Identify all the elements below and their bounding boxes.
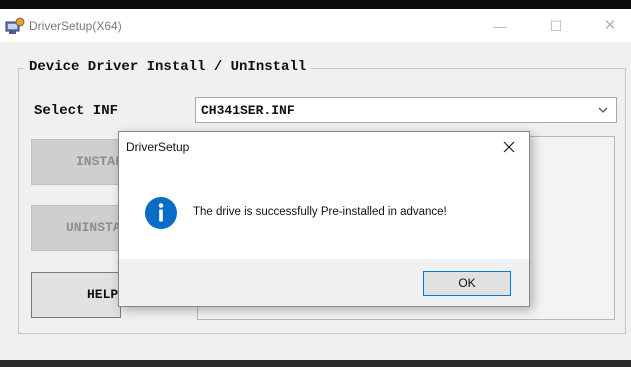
maximize-button[interactable]: ☐ [534, 13, 578, 39]
info-icon [145, 197, 177, 229]
dialog-close-button[interactable] [491, 134, 527, 160]
screen-bottom-edge [0, 360, 631, 367]
window-title: DriverSetup(X64) [29, 19, 122, 33]
title-bar: DriverSetup(X64) — ☐ ✕ [0, 9, 631, 42]
minimize-button[interactable]: — [478, 13, 522, 39]
group-title: Device Driver Install / UnInstall [24, 59, 312, 75]
dialog-footer: OK [119, 259, 529, 306]
close-window-button[interactable]: ✕ [588, 13, 631, 39]
ok-button[interactable]: OK [423, 271, 511, 296]
inf-select-value: CH341SER.INF [201, 103, 295, 118]
uninstall-button[interactable]: UNINSTALL [31, 205, 121, 251]
message-dialog: DriverSetup The drive is successfully Pr… [118, 131, 530, 307]
screen-top-edge [0, 0, 631, 9]
chevron-down-icon [598, 107, 608, 113]
app-icon [5, 17, 25, 34]
dialog-title: DriverSetup [126, 140, 190, 154]
select-inf-label: Select INF [34, 103, 119, 119]
inf-select-dropdown[interactable]: CH341SER.INF [195, 97, 617, 123]
dialog-message: The drive is successfully Pre-installed … [193, 206, 447, 218]
help-button[interactable]: HELP [31, 272, 121, 318]
install-button[interactable]: INSTALL [31, 139, 121, 185]
